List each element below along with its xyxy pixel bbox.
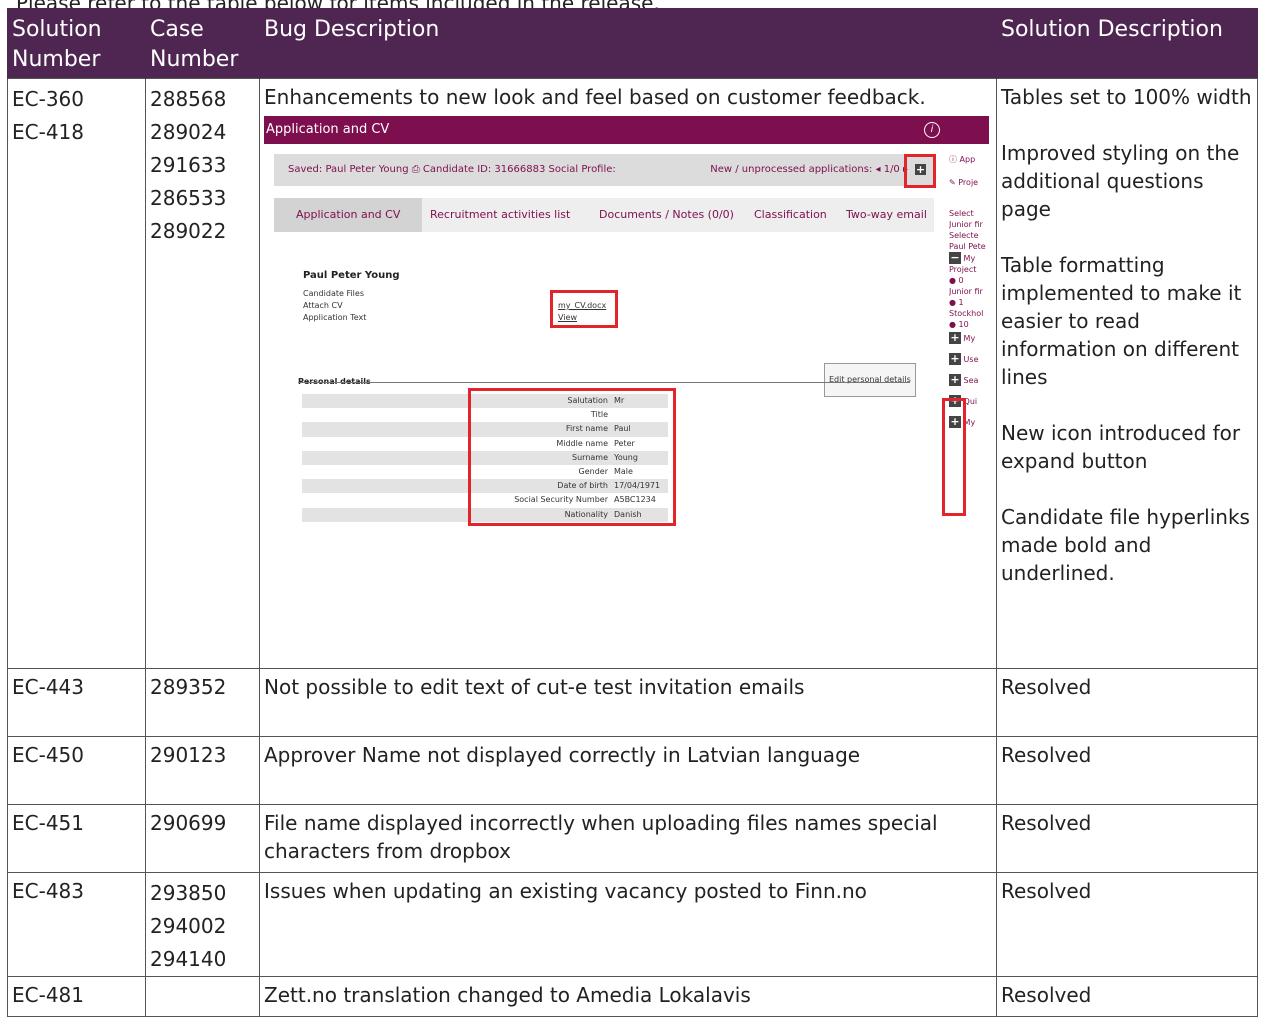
case-number-cell: 288568 289024 291633 286533 289022	[145, 78, 260, 669]
embedded-screenshot: Application and CV i Saved: Paul Peter Y…	[264, 116, 990, 548]
solution-number: EC-418	[12, 120, 84, 144]
table-row: EC-443 289352 Not possible to edit text …	[7, 668, 1258, 737]
sidebar-text: Junior fir	[949, 220, 983, 229]
table-row: EC-450 290123 Approver Name not displaye…	[7, 736, 1258, 805]
bug-description: Issues when updating an existing vacancy…	[259, 872, 997, 977]
table-row: EC-483 293850 294002 294140 Issues when …	[7, 872, 1258, 977]
candidate-name: Paul Peter Young	[303, 270, 400, 281]
case-number	[145, 976, 260, 1017]
file-label: Application Text	[303, 313, 367, 322]
sidebar-text: Project	[949, 265, 977, 274]
solution-item: New icon introduced for expand button	[1001, 421, 1241, 473]
user-icon: ● 10	[949, 320, 969, 329]
bug-description: Enhancements to new look and feel based …	[264, 85, 926, 109]
sidebar-text: Stockhol	[949, 309, 984, 318]
case-number: 289352	[145, 668, 260, 737]
bug-description: Not possible to edit text of cut-e test …	[259, 668, 997, 737]
screenshot-sidebar: ⓘ App ✎ Proje Select Junior fir Selecte …	[949, 154, 990, 428]
bug-description-cell: Enhancements to new look and feel based …	[259, 78, 997, 669]
solution-number-cell: EC-360 EC-418	[7, 78, 146, 669]
expand-plus-icon: + Use	[949, 352, 979, 365]
bug-description: Zett.no translation changed to Amedia Lo…	[259, 976, 997, 1017]
sidebar-text: Selecte	[949, 231, 979, 240]
bug-description: Approver Name not displayed correctly in…	[259, 736, 997, 805]
file-label: Attach CV	[303, 301, 343, 310]
sidebar-text: Select	[949, 209, 974, 218]
release-items-table: Solution Number Case Number Bug Descript…	[7, 8, 1258, 1017]
case-number: 290699	[145, 804, 260, 873]
highlight-box-details	[468, 388, 676, 526]
solution-number: EC-360	[12, 87, 84, 111]
table-row: EC-451 290699 File name displayed incorr…	[7, 804, 1258, 873]
solution-status: Resolved	[996, 804, 1258, 873]
tab-two-way-email: Two-way email	[846, 208, 927, 221]
user-icon: ● 0	[949, 276, 964, 285]
header-solution-number: Solution Number	[7, 8, 146, 79]
candidate-toolbar: Saved: Paul Peter Young ⎙ Candidate ID: …	[274, 154, 934, 186]
screenshot-title: Application and CV	[266, 122, 390, 137]
header-bug-description: Bug Description	[259, 8, 997, 79]
solution-status: Resolved	[996, 976, 1258, 1017]
case-number: 288568	[150, 87, 227, 111]
solution-description-cell: Tables set to 100% width Improved stylin…	[996, 78, 1258, 669]
solution-number: EC-483	[7, 872, 146, 977]
case-number: 290123	[145, 736, 260, 805]
table-header-row: Solution Number Case Number Bug Descript…	[7, 8, 1258, 79]
solution-item: Improved styling on the additional quest…	[1001, 141, 1240, 221]
solution-number: EC-481	[7, 976, 146, 1017]
collapse-minus-icon: − My	[949, 251, 976, 264]
info-icon: ⓘ App	[949, 155, 976, 164]
case-number: 289022	[150, 219, 227, 243]
solution-status: Resolved	[996, 872, 1258, 977]
table-row: EC-360 EC-418 288568 289024 291633 28653…	[7, 78, 1258, 669]
case-number-cell: 293850 294002 294140	[145, 872, 260, 977]
tab-classification: Classification	[754, 208, 827, 221]
case-number: 293850	[150, 881, 227, 905]
highlight-box-expand	[904, 154, 936, 188]
tab-documents-notes: Documents / Notes (0/0)	[599, 208, 734, 221]
edit-personal-details-button: Edit personal details	[824, 363, 916, 397]
saved-candidate-info: Saved: Paul Peter Young ⎙ Candidate ID: …	[288, 164, 616, 175]
bug-description: File name displayed incorrectly when upl…	[259, 804, 997, 873]
solution-status: Resolved	[996, 736, 1258, 805]
solution-item: Candidate file hyperlinks made bold and …	[1001, 505, 1250, 585]
sidebar-text: Junior fir	[949, 287, 983, 296]
candidate-file-labels: Candidate Files Attach CV Application Te…	[303, 288, 366, 324]
header-case-number: Case Number	[145, 8, 260, 79]
solution-number: EC-443	[7, 668, 146, 737]
candidate-tabs: Application and CV Recruitment activitie…	[274, 198, 934, 232]
case-number: 291633	[150, 153, 227, 177]
case-number: 286533	[150, 186, 227, 210]
highlight-box-sidebar	[942, 398, 966, 516]
solution-status: Resolved	[996, 668, 1258, 737]
solution-number: EC-450	[7, 736, 146, 805]
case-number: 294140	[150, 947, 227, 971]
table-row: EC-481 Zett.no translation changed to Am…	[7, 976, 1258, 1017]
expand-plus-icon: + Sea	[949, 373, 979, 386]
solution-item: Tables set to 100% width	[1001, 85, 1252, 109]
solution-number: EC-451	[7, 804, 146, 873]
tab-application-cv: Application and CV	[274, 198, 423, 232]
tab-recruitment-activities: Recruitment activities list	[430, 208, 571, 221]
divider	[298, 382, 910, 383]
pencil-icon: ✎ Proje	[949, 178, 979, 187]
solution-item: Table formatting implemented to make it …	[1001, 253, 1242, 389]
header-solution-description: Solution Description	[996, 8, 1258, 79]
screenshot-title-bar: Application and CV	[264, 116, 989, 144]
case-number: 294002	[150, 914, 227, 938]
file-label: Candidate Files	[303, 289, 364, 298]
highlight-box-links	[550, 290, 618, 328]
unprocessed-applications-nav: New / unprocessed applications: ◂ 1/0 ▸	[710, 164, 908, 175]
case-number: 289024	[150, 120, 227, 144]
user-icon: ● 1	[949, 298, 964, 307]
info-icon: i	[924, 122, 940, 138]
expand-plus-icon: + My	[949, 331, 976, 344]
